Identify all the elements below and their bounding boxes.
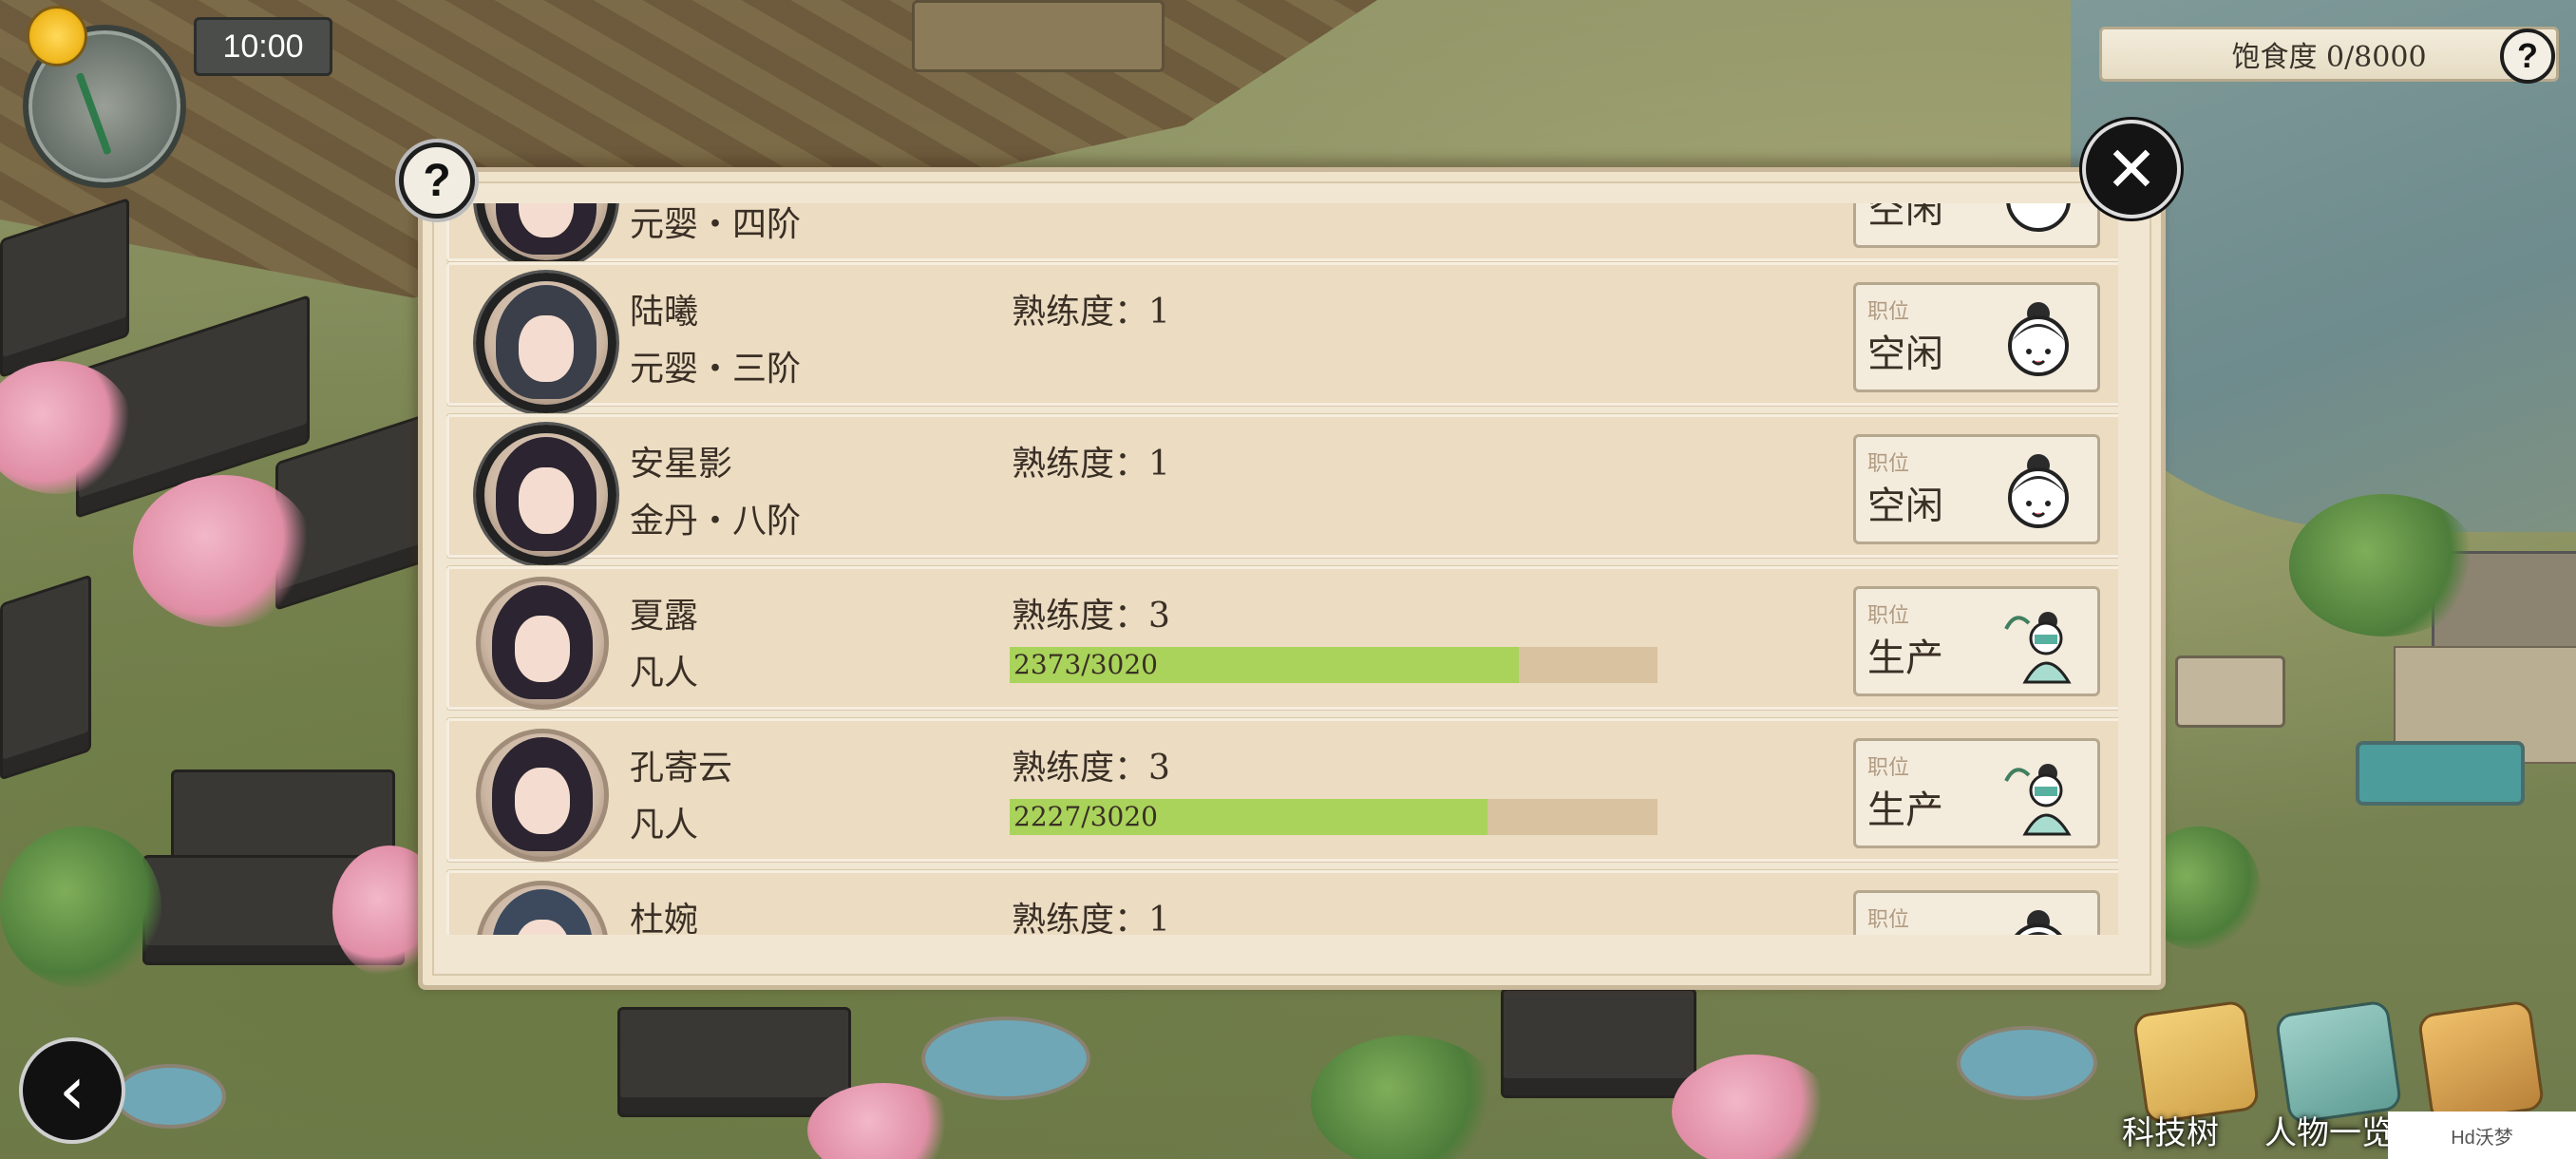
clock-needle <box>75 72 112 156</box>
character-row[interactable]: 杜婉 熟练度：1 职位 <box>446 870 2118 935</box>
sun-icon <box>27 6 87 66</box>
job-label: 职位 <box>1867 300 1910 324</box>
progress-text: 2373/3020 <box>1013 649 1158 680</box>
character-row[interactable]: 安星影 金丹・八阶 熟练度：1 职位 空闲 <box>446 414 2118 565</box>
satiety-help-button[interactable]: ? <box>2500 28 2555 84</box>
job-value: 空闲 <box>1867 484 1943 528</box>
green-tree <box>0 826 161 988</box>
avatar-face <box>515 768 570 834</box>
proficiency-progress-bar: 2227/3020 <box>1010 799 1657 835</box>
character-rank: 凡人 <box>630 806 699 845</box>
character-list-button[interactable]: 人物一览 <box>2264 999 2407 1159</box>
proficiency-progress-bar: 2373/3020 <box>1010 647 1657 683</box>
satiety-display: 饱食度 0/8000 <box>2099 27 2559 82</box>
job-button[interactable]: 空闲 <box>1853 203 2100 248</box>
green-tree <box>2289 494 2479 636</box>
producer-icon <box>2004 612 2072 684</box>
proficiency-text: 熟练度：1 <box>1012 445 1170 484</box>
day-clock: 10:00 <box>13 6 332 188</box>
avatar-face <box>519 467 574 534</box>
idle-worker-icon <box>2008 454 2069 528</box>
character-name: 杜婉 <box>630 901 699 935</box>
character-row[interactable]: 孔寄云 凡人 熟练度：3 2227/3020 职位 生产 <box>446 718 2118 862</box>
proficiency-text: 熟练度：1 <box>1012 293 1170 332</box>
green-tree <box>1311 1036 1501 1159</box>
producer-icon <box>2004 764 2072 836</box>
dialog-help-button[interactable]: ? <box>399 142 475 218</box>
character-avatar <box>476 425 616 565</box>
character-rank: 元婴・四阶 <box>630 205 802 244</box>
character-rank: 凡人 <box>630 654 699 693</box>
job-value: 生产 <box>1867 636 1943 680</box>
character-name: 夏露 <box>630 597 699 636</box>
job-value: 生产 <box>1867 788 1943 832</box>
idle-worker-icon <box>2008 302 2069 376</box>
close-button[interactable]: ✕ <box>2082 120 2181 218</box>
cherry-tree <box>1672 1054 1833 1159</box>
character-rank: 金丹・八阶 <box>630 502 802 541</box>
character-row[interactable]: 夏露 凡人 熟练度：3 2373/3020 职位 生产 <box>446 566 2118 710</box>
tech-tree-button[interactable]: 科技树 <box>2122 999 2264 1159</box>
job-value: 空闲 <box>1867 332 1943 376</box>
character-rank: 元婴・三阶 <box>630 350 802 389</box>
pavilion-roof <box>1501 988 1696 1098</box>
job-label: 职位 <box>1867 756 1910 780</box>
pond <box>921 1016 1090 1100</box>
job-value: 空闲 <box>1867 203 1943 232</box>
tent <box>2175 656 2285 728</box>
character-avatar <box>476 577 609 710</box>
job-button[interactable]: 职位 生产 <box>1853 586 2100 696</box>
character-avatar <box>476 729 609 862</box>
character-row[interactable]: 元婴・四阶 空闲 <box>446 203 2118 269</box>
pond <box>1957 1026 2097 1100</box>
avatar-face <box>519 315 574 382</box>
avatar-face <box>515 616 570 682</box>
job-button[interactable]: 职位 生产 <box>1853 738 2100 848</box>
job-button[interactable]: 职位 空闲 <box>1853 282 2100 392</box>
progress-text: 2227/3020 <box>1013 801 1158 832</box>
character-name: 孔寄云 <box>630 749 733 788</box>
idle-worker-icon <box>2015 910 2062 935</box>
pond <box>114 1064 226 1129</box>
house-roof <box>0 574 91 781</box>
back-button[interactable]: ‹ <box>19 1037 125 1144</box>
pavilion-roof <box>617 1007 851 1117</box>
time-display: 10:00 <box>194 17 332 76</box>
job-label: 职位 <box>1867 452 1910 476</box>
proficiency-text: 熟练度：3 <box>1012 749 1170 788</box>
cherry-tree <box>133 475 313 627</box>
job-label: 职位 <box>1867 604 1910 628</box>
character-row[interactable]: 陆曦 元婴・三阶 熟练度：1 职位 空闲 <box>446 262 2118 413</box>
character-avatar <box>476 881 609 935</box>
character-name: 陆曦 <box>630 293 699 332</box>
job-label: 职位 <box>1867 908 1910 932</box>
character-name: 安星影 <box>630 445 733 484</box>
watermark: Hd沃梦 <box>2388 1112 2576 1159</box>
job-button[interactable]: 职位 <box>1853 890 2100 935</box>
proficiency-text: 熟练度：1 <box>1012 901 1170 935</box>
thatched-roof <box>912 0 1165 72</box>
character-list[interactable]: 元婴・四阶 空闲 陆曦 元婴・三阶 熟练度：1 职位 空闲 安星影 金丹・八阶 … <box>446 203 2118 935</box>
job-button[interactable]: 职位 空闲 <box>1853 434 2100 544</box>
idle-worker-icon <box>2006 203 2071 232</box>
proficiency-text: 熟练度：3 <box>1012 597 1170 636</box>
teal-mat <box>2356 741 2525 806</box>
character-avatar <box>476 203 616 269</box>
character-avatar <box>476 273 616 413</box>
